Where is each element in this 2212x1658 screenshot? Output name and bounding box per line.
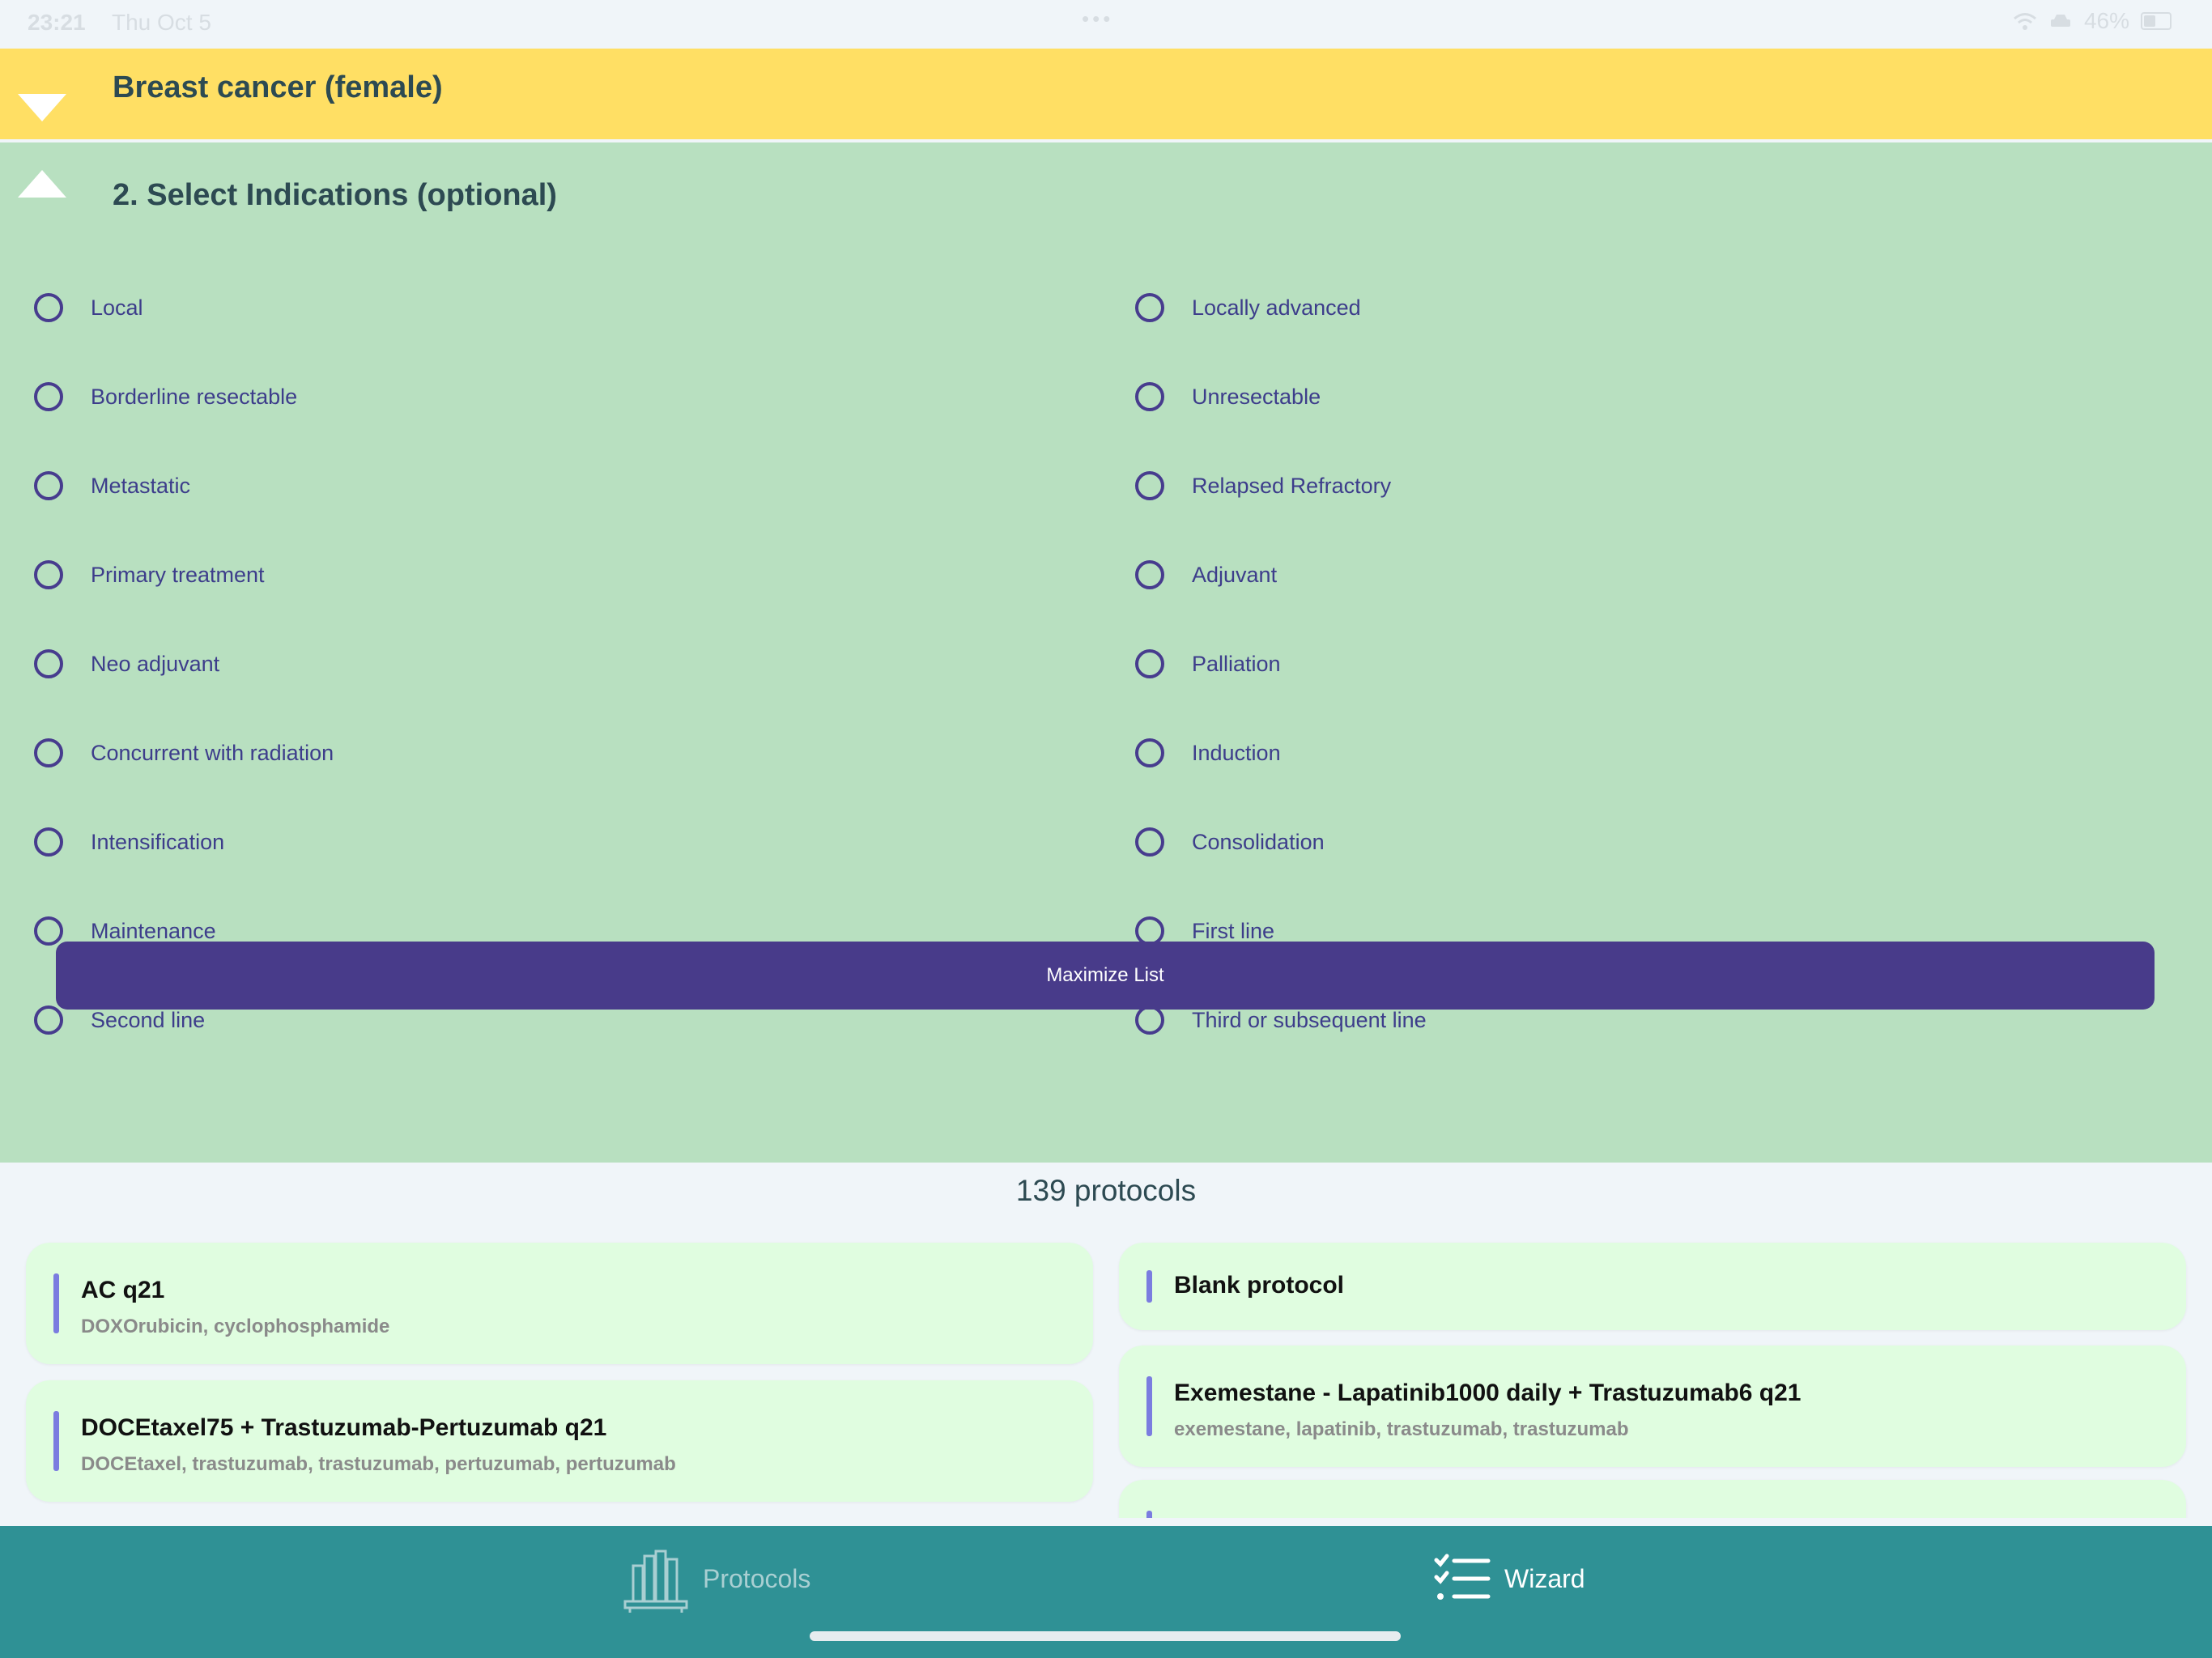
indication-option[interactable]: Locally advanced xyxy=(1135,285,1361,330)
status-date: Thu Oct 5 xyxy=(112,10,211,35)
radio-icon[interactable] xyxy=(34,1005,63,1035)
radio-icon[interactable] xyxy=(1135,1005,1164,1035)
tab-label: Wizard xyxy=(1504,1563,1585,1593)
protocol-card[interactable]: AC q21 DOXOrubicin, cyclophosphamide xyxy=(26,1243,1093,1364)
radio-icon[interactable] xyxy=(34,382,63,411)
disease-header[interactable]: Breast cancer (female) xyxy=(0,49,2212,139)
radio-icon[interactable] xyxy=(1135,738,1164,767)
indication-label: Second line xyxy=(91,1007,206,1032)
radio-icon[interactable] xyxy=(1135,293,1164,322)
card-accent xyxy=(1146,1511,1152,1518)
indication-option[interactable]: Borderline resectable xyxy=(34,374,297,419)
books-icon xyxy=(623,1550,688,1613)
radio-icon[interactable] xyxy=(1135,827,1164,857)
radio-icon[interactable] xyxy=(34,560,63,589)
indication-option[interactable]: Local xyxy=(34,285,143,330)
status-bar: 23:21 Thu Oct 5 ••• 46% xyxy=(0,0,2212,49)
checklist-icon xyxy=(1434,1554,1491,1600)
indication-label: Metastatic xyxy=(91,473,191,498)
radio-icon[interactable] xyxy=(34,293,63,322)
tab-label: Protocols xyxy=(703,1563,811,1593)
protocol-list[interactable]: AC q21 DOXOrubicin, cyclophosphamide DOC… xyxy=(0,1239,2212,1518)
collapse-triangle-down-icon[interactable] xyxy=(18,94,66,121)
protocol-card[interactable]: DOCEtaxel75 + Trastuzumab-Pertuzumab q21… xyxy=(26,1380,1093,1502)
radio-icon[interactable] xyxy=(1135,471,1164,500)
indication-option[interactable]: Neo adjuvant xyxy=(34,641,219,687)
indication-label: Unresectable xyxy=(1192,384,1321,409)
indication-label: Adjuvant xyxy=(1192,562,1278,587)
tab-bar: Protocols Wizard xyxy=(0,1526,2212,1658)
indication-label: Induction xyxy=(1192,740,1281,765)
radio-icon[interactable] xyxy=(1135,560,1164,589)
indication-option[interactable]: Adjuvant xyxy=(1135,552,1277,597)
radio-icon[interactable] xyxy=(1135,649,1164,678)
card-accent xyxy=(1146,1270,1152,1303)
protocol-card[interactable]: Blank protocol xyxy=(1119,1243,2186,1330)
protocol-count: 139 protocols xyxy=(1015,1174,1197,1207)
wifi-icon xyxy=(2013,13,2036,30)
indication-label: Third or subsequent line xyxy=(1192,1007,1427,1032)
radio-icon[interactable] xyxy=(1135,382,1164,411)
indication-option[interactable]: Consolidation xyxy=(1135,819,1325,865)
protocol-title: DOCEtaxel75 + Trastuzumab-Pertuzumab q21 xyxy=(81,1414,607,1441)
protocol-title: Blank protocol xyxy=(1174,1272,1345,1299)
protocol-drugs: DOXOrubicin, cyclophosphamide xyxy=(81,1316,390,1337)
radio-icon[interactable] xyxy=(34,471,63,500)
battery-icon xyxy=(2141,12,2172,30)
indication-label: Local xyxy=(91,295,143,320)
indication-label: Borderline resectable xyxy=(91,384,298,409)
radio-icon[interactable] xyxy=(34,827,63,857)
indication-label: Palliation xyxy=(1192,651,1281,676)
indication-option[interactable]: Intensification xyxy=(34,819,224,865)
protocol-card[interactable]: Exemestane - Lapatinib1000 daily + Trast… xyxy=(1119,1346,2186,1467)
expand-triangle-up-icon[interactable] xyxy=(18,170,66,198)
indication-option[interactable]: Primary treatment xyxy=(34,552,265,597)
battery-percent: 46% xyxy=(2083,8,2129,33)
indication-label: First line xyxy=(1192,918,1275,943)
home-indicator[interactable] xyxy=(810,1631,1401,1641)
radio-icon[interactable] xyxy=(34,649,63,678)
section-title: 2. Select Indications (optional) xyxy=(113,178,557,212)
radio-icon[interactable] xyxy=(34,738,63,767)
indication-label: Neo adjuvant xyxy=(91,651,220,676)
indication-option[interactable]: Metastatic xyxy=(34,463,190,508)
protocol-drugs: exemestane, lapatinib, trastuzumab, tras… xyxy=(1174,1418,1629,1440)
radio-icon[interactable] xyxy=(34,916,63,946)
tab-protocols[interactable]: Protocols xyxy=(622,1542,810,1615)
indication-label: Relapsed Refractory xyxy=(1192,473,1392,498)
indication-label: Primary treatment xyxy=(91,562,265,587)
maximize-list-button[interactable]: Maximize List xyxy=(56,942,2155,1010)
indication-label: Concurrent with radiation xyxy=(91,740,334,765)
indication-option[interactable]: Unresectable xyxy=(1135,374,1321,419)
protocol-title: Exemestane - Lapatinib1000 daily + Trast… xyxy=(1174,1380,1802,1406)
indication-label: Intensification xyxy=(91,829,225,854)
status-time: 23:21 xyxy=(28,10,86,35)
indication-label: Consolidation xyxy=(1192,829,1325,854)
indication-label: Maintenance xyxy=(91,918,216,943)
protocol-title: AC q21 xyxy=(81,1277,165,1303)
card-accent xyxy=(1146,1376,1152,1436)
status-right: 46% xyxy=(2013,8,2172,34)
indication-option[interactable]: Concurrent with radiation xyxy=(34,730,334,776)
indication-option[interactable]: Palliation xyxy=(1135,641,1281,687)
indication-label: Locally advanced xyxy=(1192,295,1361,320)
indications-section: 2. Select Indications (optional) Local B… xyxy=(0,142,2212,1163)
disease-title: Breast cancer (female) xyxy=(113,70,443,104)
card-accent xyxy=(53,1411,59,1471)
protocol-card[interactable] xyxy=(1119,1480,2186,1518)
indication-option[interactable]: Relapsed Refractory xyxy=(1135,463,1391,508)
indication-option[interactable]: Induction xyxy=(1135,730,1281,776)
protocol-drugs: DOCEtaxel, trastuzumab, trastuzumab, per… xyxy=(81,1453,676,1475)
multitasking-dots-icon[interactable]: ••• xyxy=(1082,6,1113,32)
car-icon xyxy=(2050,15,2070,27)
tab-wizard[interactable]: Wizard xyxy=(1433,1542,1585,1615)
card-accent xyxy=(53,1273,59,1333)
